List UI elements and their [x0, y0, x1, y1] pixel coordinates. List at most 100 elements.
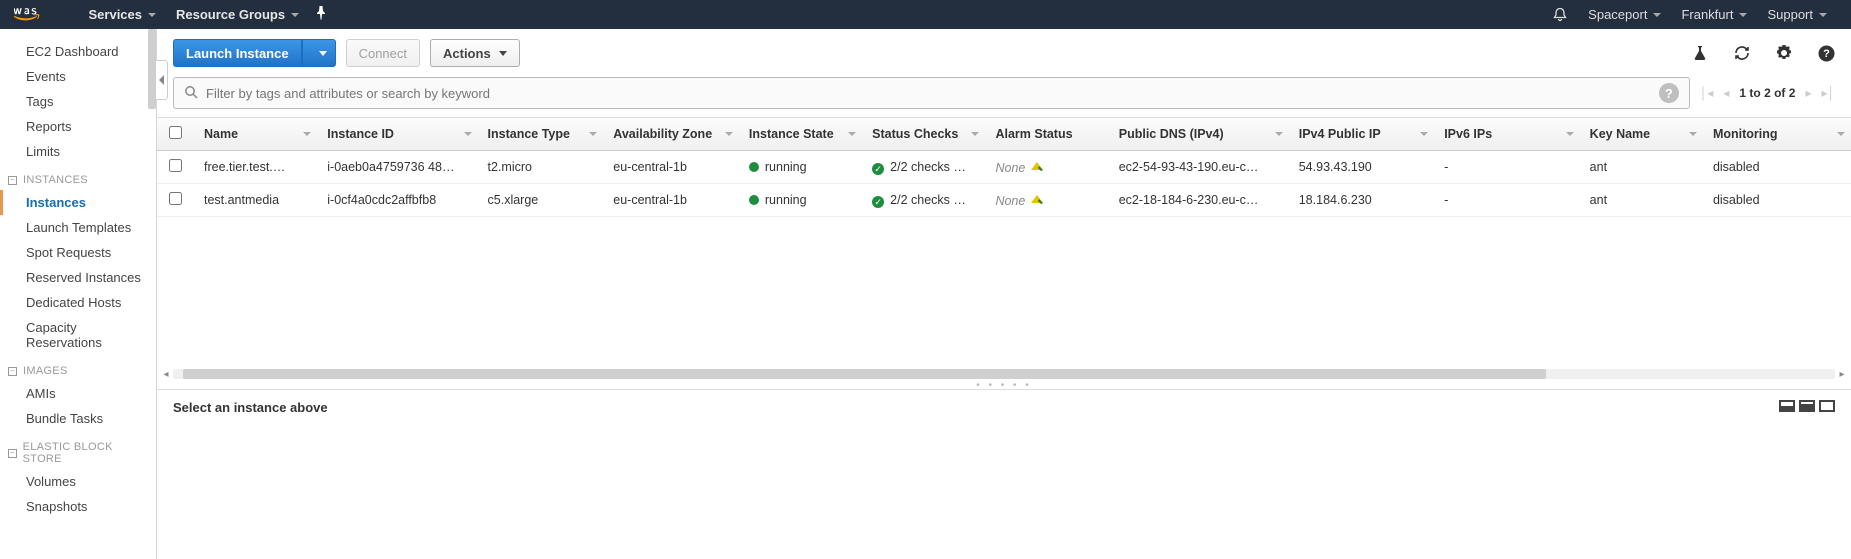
nav-services[interactable]: Services — [79, 0, 167, 29]
check-pass-icon: ✓ — [872, 196, 884, 208]
sidebar-item-amis[interactable]: AMIs — [0, 381, 156, 406]
sort-icon[interactable] — [1566, 132, 1574, 136]
cell-public-dns: ec2-54-93-43-190.eu-c… — [1109, 151, 1289, 184]
horizontal-scrollbar[interactable]: ◂ ▸ — [157, 367, 1851, 381]
sort-icon[interactable] — [1837, 132, 1845, 136]
table-row[interactable]: free.tier.test.…i-0aeb0a4759736 48…t2.mi… — [157, 151, 1851, 184]
col-instance-type[interactable]: Instance Type — [478, 118, 604, 151]
nav-resource-groups[interactable]: Resource Groups — [166, 0, 309, 29]
split-handle[interactable]: • • • • • — [157, 381, 1851, 389]
settings-icon[interactable] — [1775, 44, 1793, 62]
sidebar-item-ec2-dashboard[interactable]: EC2 Dashboard — [0, 39, 156, 64]
sidebar-item-bundle-tasks[interactable]: Bundle Tasks — [0, 406, 156, 431]
check-pass-icon: ✓ — [872, 163, 884, 175]
filter-box: ? — [173, 77, 1690, 109]
col-ipv6-ips[interactable]: IPv6 IPs — [1434, 118, 1579, 151]
chevron-down-icon — [1739, 13, 1747, 17]
cell-monitoring: disabled — [1703, 184, 1851, 217]
sidebar-item-limits[interactable]: Limits — [0, 139, 156, 164]
actions-button[interactable]: Actions — [430, 39, 520, 67]
scroll-left-icon[interactable]: ◂ — [159, 369, 173, 380]
col-key-name[interactable]: Key Name — [1580, 118, 1703, 151]
sort-icon[interactable] — [464, 132, 472, 136]
sidebar-item-events[interactable]: Events — [0, 64, 156, 89]
nav-right: Spaceport Frankfurt Support — [1552, 0, 1837, 29]
collapse-icon: − — [8, 367, 17, 376]
experiments-icon[interactable] — [1691, 44, 1709, 62]
cell-status-checks: ✓2/2 checks … — [862, 151, 985, 184]
sidebar-item-tags[interactable]: Tags — [0, 89, 156, 114]
sidebar-section-instances[interactable]: −INSTANCES — [0, 164, 156, 190]
sidebar-item-instances[interactable]: Instances — [0, 190, 156, 215]
sidebar-item-dedicated-hosts[interactable]: Dedicated Hosts — [0, 290, 156, 315]
col-availability-zone[interactable]: Availability Zone — [603, 118, 739, 151]
launch-instance-button[interactable]: Launch Instance — [173, 39, 302, 67]
chevron-down-icon — [499, 51, 507, 56]
row-checkbox[interactable] — [169, 192, 182, 205]
sidebar-section-ebs[interactable]: −ELASTIC BLOCK STORE — [0, 431, 156, 469]
filter-help-icon[interactable]: ? — [1659, 83, 1679, 103]
aws-logo[interactable] — [14, 6, 57, 23]
sort-icon[interactable] — [848, 132, 856, 136]
nav-support[interactable]: Support — [1757, 0, 1837, 29]
nav-region[interactable]: Frankfurt — [1671, 0, 1757, 29]
sidebar-item-launch-templates[interactable]: Launch Templates — [0, 215, 156, 240]
header-select-all[interactable] — [157, 118, 194, 151]
table-row[interactable]: test.antmediai-0cf4a0cdc2affbfb8c5.xlarg… — [157, 184, 1851, 217]
pane-maximize-icon[interactable] — [1819, 400, 1835, 412]
sort-icon[interactable] — [725, 132, 733, 136]
sidebar-item-snapshots[interactable]: Snapshots — [0, 494, 156, 519]
pager-last-icon: ▸│ — [1821, 86, 1835, 100]
instances-table-wrap: Name Instance ID Instance Type Availabil… — [157, 117, 1851, 367]
table-body: free.tier.test.…i-0aeb0a4759736 48…t2.mi… — [157, 151, 1851, 217]
select-all-checkbox[interactable] — [169, 126, 182, 139]
scroll-right-icon[interactable]: ▸ — [1835, 369, 1849, 380]
nav-account[interactable]: Spaceport — [1578, 0, 1671, 29]
cell-ipv6: - — [1434, 184, 1579, 217]
col-instance-id[interactable]: Instance ID — [317, 118, 477, 151]
chevron-down-icon — [148, 13, 156, 17]
scrollbar-track[interactable] — [173, 369, 1835, 379]
sidebar-item-reports[interactable]: Reports — [0, 114, 156, 139]
sidebar-item-reserved-instances[interactable]: Reserved Instances — [0, 265, 156, 290]
pin-icon[interactable] — [315, 6, 327, 23]
pane-minimize-icon[interactable] — [1779, 400, 1795, 412]
col-label: Public DNS (IPv4) — [1119, 127, 1224, 141]
sort-icon[interactable] — [1420, 132, 1428, 136]
alarm-add-icon[interactable] — [1029, 193, 1045, 205]
state-running-icon — [749, 162, 759, 172]
col-monitoring[interactable]: Monitoring — [1703, 118, 1851, 151]
row-checkbox-cell — [157, 151, 194, 184]
help-icon[interactable]: ? — [1817, 44, 1835, 62]
sidebar-section-images[interactable]: −IMAGES — [0, 355, 156, 381]
sidebar-item-volumes[interactable]: Volumes — [0, 469, 156, 494]
col-public-dns[interactable]: Public DNS (IPv4) — [1109, 118, 1289, 151]
sidebar-collapse-handle[interactable] — [156, 60, 168, 100]
col-instance-state[interactable]: Instance State — [739, 118, 862, 151]
sort-icon[interactable] — [971, 132, 979, 136]
sort-icon[interactable] — [589, 132, 597, 136]
sidebar-item-capacity-reservations[interactable]: Capacity Reservations — [0, 315, 156, 355]
col-name[interactable]: Name — [194, 118, 317, 151]
cell-name: test.antmedia — [194, 184, 317, 217]
pager-first-icon: │◂ — [1700, 86, 1714, 100]
col-status-checks[interactable]: Status Checks — [862, 118, 985, 151]
detail-pane-layout-controls — [1779, 400, 1835, 412]
col-ipv4-public-ip[interactable]: IPv4 Public IP — [1289, 118, 1434, 151]
alarm-add-icon[interactable] — [1029, 160, 1045, 172]
notifications-icon[interactable] — [1552, 7, 1568, 23]
col-label: Availability Zone — [613, 127, 712, 141]
sort-icon[interactable] — [1275, 132, 1283, 136]
pane-split-icon[interactable] — [1799, 400, 1815, 412]
refresh-icon[interactable] — [1733, 44, 1751, 62]
filter-input[interactable] — [206, 86, 1659, 101]
col-alarm-status[interactable]: Alarm Status — [985, 118, 1108, 151]
launch-instance-dropdown[interactable] — [302, 39, 336, 67]
sort-icon[interactable] — [1689, 132, 1697, 136]
sort-icon[interactable] — [303, 132, 311, 136]
sidebar-item-spot-requests[interactable]: Spot Requests — [0, 240, 156, 265]
actions-label: Actions — [443, 46, 491, 61]
cell-instance-type: t2.micro — [478, 151, 604, 184]
scrollbar-thumb[interactable] — [183, 369, 1546, 379]
row-checkbox[interactable] — [169, 159, 182, 172]
